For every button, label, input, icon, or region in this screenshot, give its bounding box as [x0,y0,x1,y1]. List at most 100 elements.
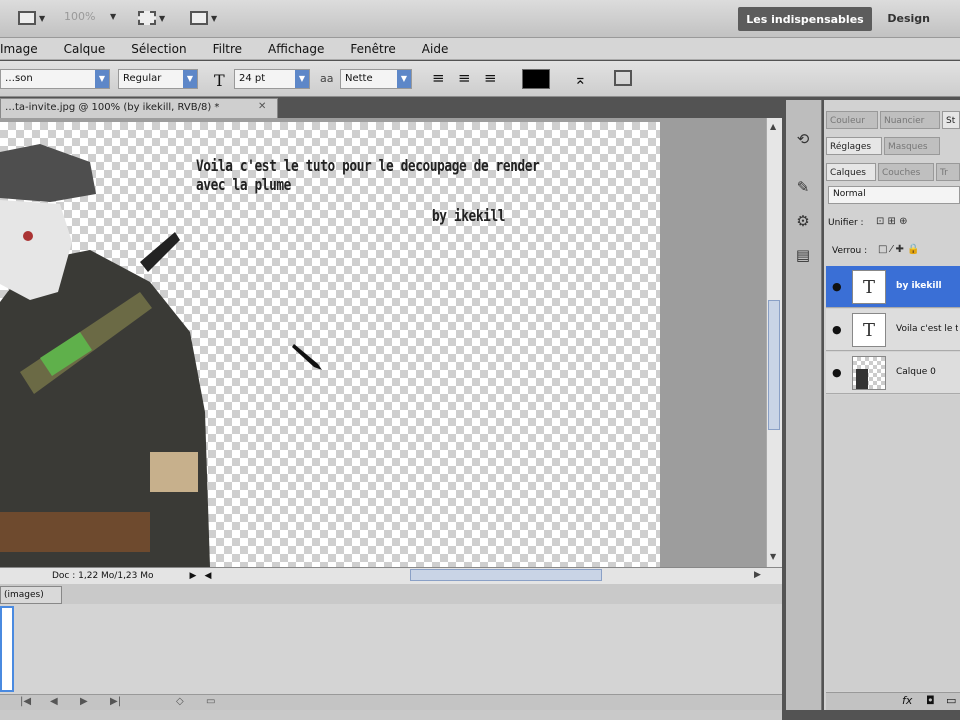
mask-icon[interactable]: ◘ [926,694,935,707]
layer-name: Voila c'est le t [896,324,958,334]
tab-traces[interactable]: Tr [936,163,960,181]
antialias-icon: aa [320,72,334,85]
menu-fenetre[interactable]: Fenêtre [337,42,408,56]
close-icon[interactable]: ✕ [258,101,266,112]
animation-controls: |◀ ◀ ▶ ▶| ◇ ▭ [0,694,782,710]
tab-styles[interactable]: St [942,111,960,129]
play-icon[interactable]: ▶ [80,696,88,707]
vertical-scroll-thumb[interactable] [768,300,780,430]
document-tab[interactable]: …ta-invite.jpg @ 100% (by ikekill, RVB/8… [0,98,278,118]
chevron-down-icon: ▼ [183,70,197,88]
prev-frame-icon[interactable]: ◀ [50,696,58,707]
workspace-button[interactable]: Les indispensables [738,7,872,31]
character-artwork [0,144,210,567]
tool-presets-icon[interactable]: ▤ [792,246,814,266]
unify-icons[interactable]: ⊡ ⊞ ⊕ [876,216,908,227]
tab-couches[interactable]: Couches [878,163,934,181]
layer-row[interactable]: ● T Voila c'est le t [826,309,960,351]
horizontal-scroll-thumb[interactable] [410,569,602,581]
unify-label: Unifier : [828,218,864,228]
status-bar: Doc : 1,22 Mo/1,23 Mo ▶ ◀ [0,567,782,584]
arrange-documents-icon[interactable]: ▼ [190,9,217,27]
tab-calques[interactable]: Calques [826,163,876,181]
tab-masques[interactable]: Masques [884,137,940,155]
antialias-value: Nette [345,73,373,84]
menu-affichage[interactable]: Affichage [255,42,337,56]
layer-thumbnail-figure [856,369,868,389]
menu-filtre[interactable]: Filtre [200,42,255,56]
options-bar: …son ▼ Regular ▼ T 24 pt ▼ aa Nette ▼ ≡ ≡ ≡ … [0,61,960,97]
panel-icon-ribbon: ⟲ ✎ ⚙ ▤ [786,100,822,710]
eye-icon[interactable]: ● [832,323,842,336]
layers-footer: fx ◘ ▭ [826,692,960,710]
menu-aide[interactable]: Aide [409,42,462,56]
eye-icon[interactable]: ● [832,280,842,293]
align-center-icon[interactable]: ≡ [458,69,471,87]
tab-couleur[interactable]: Couleur [826,111,878,129]
menu-bar: Image Calque Sélection Filtre Affichage … [0,38,960,60]
font-size-select[interactable]: 24 pt ▼ [234,69,310,89]
canvas-text-line1: Voila c'est le tuto pour le decoupage de… [196,156,540,194]
character-panel-icon[interactable] [614,70,632,86]
lock-label: Verrou : [832,246,868,256]
align-left-icon[interactable]: ≡ [432,69,445,87]
scroll-left-icon[interactable]: ◀ [204,571,211,581]
antialias-select[interactable]: Nette ▼ [340,69,412,89]
new-layer-icon[interactable]: ▭ [946,694,956,707]
application-bar: ▼ 100% ▼ ▼ ▼ Les indispensables Design [0,0,960,38]
font-family-value: …son [5,73,33,84]
font-family-select[interactable]: …son ▼ [0,69,110,89]
chevron-down-icon: ▼ [295,70,309,88]
pen-cursor-icon [292,344,322,370]
zoom-level[interactable]: 100% [64,10,95,23]
doc-size-status[interactable]: Doc : 1,22 Mo/1,23 Mo [52,571,154,581]
zoom-caret-icon[interactable]: ▼ [110,12,116,21]
layer-row[interactable]: ● Calque 0 [826,352,960,394]
chevron-down-icon: ▼ [95,70,109,88]
status-menu-icon[interactable]: ▶ [190,571,197,581]
font-size-value: 24 pt [239,73,266,84]
layers-empty-area [826,395,960,691]
animation-panel-tab[interactable]: (images) [0,586,62,604]
align-right-icon[interactable]: ≡ [484,69,497,87]
document-canvas[interactable]: Voila c'est le tuto pour le decoupage de… [0,122,660,567]
eye-icon[interactable]: ● [832,366,842,379]
scroll-right-icon[interactable]: ▶ [754,570,761,580]
layer-name: Calque 0 [896,367,936,377]
font-style-select[interactable]: Regular ▼ [118,69,198,89]
canvas-text-line2: by ikekill [432,206,506,225]
menu-selection[interactable]: Sélection [118,42,199,56]
chevron-down-icon: ▼ [397,70,411,88]
image-layer-thumbnail [852,356,886,390]
layer-name: by ikekill [896,281,942,291]
animation-frame[interactable] [0,606,14,692]
font-size-icon: T [214,71,225,90]
font-style-value: Regular [123,73,162,84]
tween-icon[interactable]: ◇ [176,696,184,707]
first-frame-icon[interactable]: |◀ [20,696,31,707]
tab-nuancier[interactable]: Nuancier [880,111,940,129]
next-frame-icon[interactable]: ▶| [110,696,121,707]
tab-reglages[interactable]: Réglages [826,137,882,155]
new-frame-icon[interactable]: ▭ [206,696,215,707]
menu-calque[interactable]: Calque [51,42,119,56]
scroll-up-icon[interactable]: ▲ [770,122,776,131]
design-workspace-button[interactable]: Design [887,12,930,25]
view-extras-icon[interactable]: ▼ [138,9,165,27]
history-icon[interactable]: ⟲ [792,130,814,150]
text-layer-icon: T [852,313,886,347]
layer-row[interactable]: ● T by ikekill [826,266,960,308]
text-color-swatch[interactable] [522,69,550,89]
animation-frames-area [0,604,782,694]
scroll-down-icon[interactable]: ▼ [770,552,776,561]
fx-icon[interactable]: fx [902,694,912,707]
clone-source-icon[interactable]: ⚙ [792,212,814,232]
screen-mode-icon[interactable]: ▼ [18,9,45,27]
blend-mode-select[interactable]: Normal [828,186,960,204]
lock-icons[interactable]: □ ⁄ ✚ 🔒 [878,244,919,255]
text-layer-icon: T [852,270,886,304]
menu-image[interactable]: Image [0,42,51,56]
blend-mode-value: Normal [833,189,866,199]
warp-text-icon[interactable]: ⌅ [574,70,587,88]
brushes-icon[interactable]: ✎ [792,178,814,198]
